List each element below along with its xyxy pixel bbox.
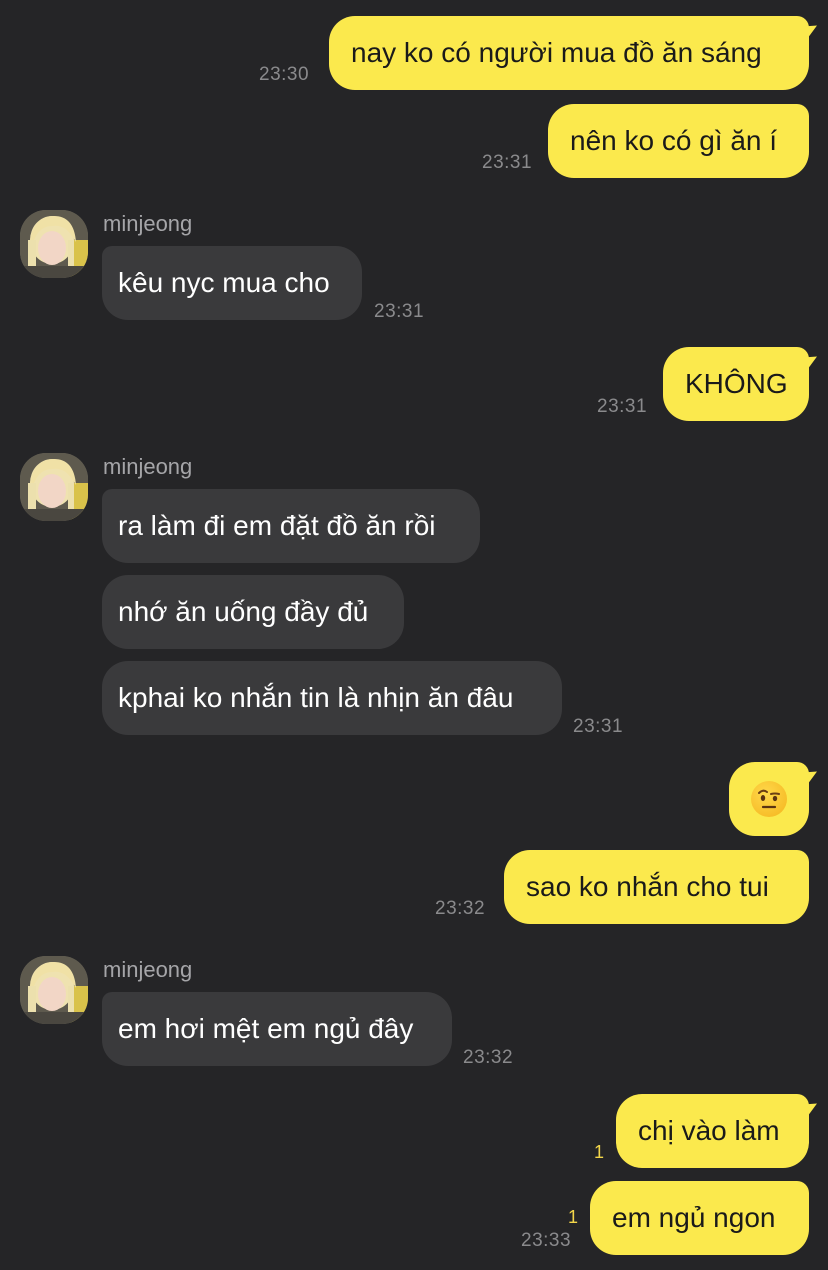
unread-count: 1 [594, 1142, 605, 1162]
timestamp: 23:32 [463, 1047, 514, 1068]
outgoing-message[interactable]: nay ko có người mua đồ ăn sáng [329, 16, 809, 90]
timestamp: 23:31 [482, 152, 533, 173]
message-text: kêu nyc mua cho [118, 267, 330, 298]
message-text: chị vào làm [638, 1115, 780, 1146]
incoming-message[interactable]: kphai ko nhắn tin là nhịn ăn đâu [102, 661, 562, 735]
message-text: kphai ko nhắn tin là nhịn ăn đâu [118, 682, 514, 713]
message-text: em ngủ ngon [612, 1202, 776, 1233]
outgoing-message[interactable]: chị vào làm [616, 1094, 809, 1168]
incoming-message[interactable]: ra làm đi em đặt đồ ăn rồi [102, 489, 480, 563]
unread-count: 1 [568, 1207, 579, 1227]
timestamp: 23:31 [597, 396, 648, 417]
timestamp: 23:31 [573, 716, 624, 737]
contact-avatar[interactable] [20, 453, 88, 521]
incoming-message[interactable]: nhớ ăn uống đầy đủ [102, 575, 404, 649]
timestamp: 23:31 [374, 301, 425, 322]
outgoing-message[interactable]: em ngủ ngon [590, 1181, 809, 1255]
outgoing-message[interactable]: nên ko có gì ăn í [548, 104, 809, 178]
outgoing-message[interactable]: sao ko nhắn cho tui [504, 850, 809, 924]
outgoing-message[interactable]: KHÔNG [663, 347, 809, 421]
message-text: em hơi mệt em ngủ đây [118, 1013, 414, 1044]
message-text: sao ko nhắn cho tui [526, 871, 769, 902]
message-text: nay ko có người mua đồ ăn sáng [351, 37, 762, 68]
timestamp: 23:32 [435, 898, 486, 919]
timestamp: 23:33 [521, 1230, 572, 1251]
message-text: nên ko có gì ăn í [570, 125, 778, 156]
sender-name: minjeong [103, 454, 193, 479]
incoming-message[interactable]: em hơi mệt em ngủ đây [102, 992, 452, 1066]
outgoing-message[interactable] [729, 762, 809, 836]
message-text: ra làm đi em đặt đồ ăn rồi [118, 510, 436, 541]
message-text: nhớ ăn uống đầy đủ [118, 596, 369, 627]
sender-name: minjeong [103, 957, 193, 982]
face-with-raised-eyebrow-icon [751, 781, 787, 817]
timestamp: 23:30 [259, 64, 310, 85]
incoming-message[interactable]: kêu nyc mua cho [102, 246, 362, 320]
contact-avatar[interactable] [20, 956, 88, 1024]
sender-name: minjeong [103, 211, 193, 236]
contact-avatar[interactable] [20, 210, 88, 278]
message-text: KHÔNG [685, 368, 788, 399]
